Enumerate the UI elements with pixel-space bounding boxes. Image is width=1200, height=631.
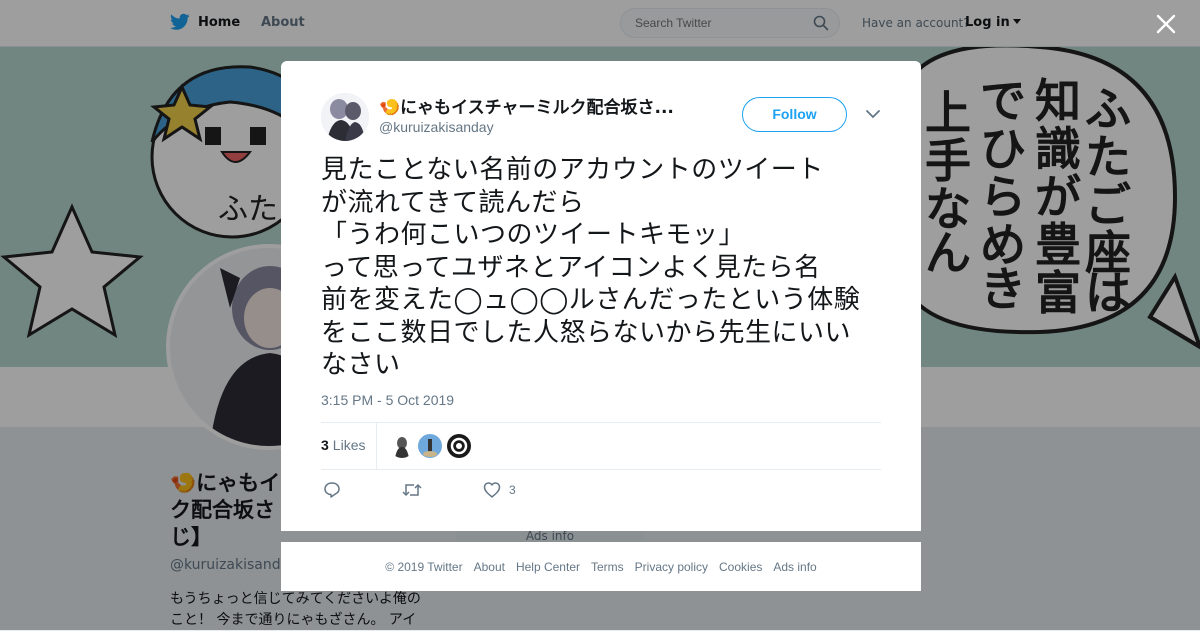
liker-avatar[interactable] [447,434,471,458]
footer-copyright[interactable]: © 2019 Twitter [385,560,462,574]
author-name[interactable]: 🍤にゃもイスチャーミルク配合坂さ... [379,93,674,118]
author-handle[interactable]: @kuruizakisanday [379,119,494,135]
reply-icon [324,482,340,498]
retweet-icon [402,483,422,497]
footer-ads-info-link[interactable]: Ads info [773,560,816,574]
footer: © 2019 Twitter About Help Center Terms P… [281,542,921,591]
author-avatar[interactable] [321,93,369,141]
liker-avatar[interactable] [418,434,442,458]
footer-cookies-link[interactable]: Cookies [719,560,762,574]
tweet-modal: 🍤にゃもイスチャーミルク配合坂さ... @kuruizakisanday Fol… [281,61,921,531]
like-count: 3 [509,483,516,497]
heart-icon [483,482,501,498]
retweet-button[interactable] [402,481,422,499]
like-button[interactable]: 3 [483,481,516,499]
likes-label: Likes [332,437,366,453]
tweet-actions: 3 [321,481,881,503]
footer-privacy-link[interactable]: Privacy policy [635,560,708,574]
follow-button[interactable]: Follow [742,97,847,132]
footer-about-link[interactable]: About [474,560,505,574]
footer-terms-link[interactable]: Terms [591,560,624,574]
reply-button[interactable] [323,481,341,499]
tweet-stats: 3 Likes [321,422,881,470]
liker-avatar[interactable] [390,434,414,458]
stats-divider [376,423,377,469]
likes-count: 3 [321,437,329,453]
chevron-down-icon[interactable] [866,109,880,119]
tweet-timestamp[interactable]: 3:15 PM - 5 Oct 2019 [321,392,454,408]
footer-help-center-link[interactable]: Help Center [516,560,580,574]
likes-stat[interactable]: 3 Likes [321,437,365,453]
tweet-text: 見たことない名前のアカウントのツイート が流れてきて読んだら 「うわ何こいつのツ… [321,155,861,380]
close-icon[interactable] [1156,14,1176,34]
author-avatar-image [321,93,369,141]
